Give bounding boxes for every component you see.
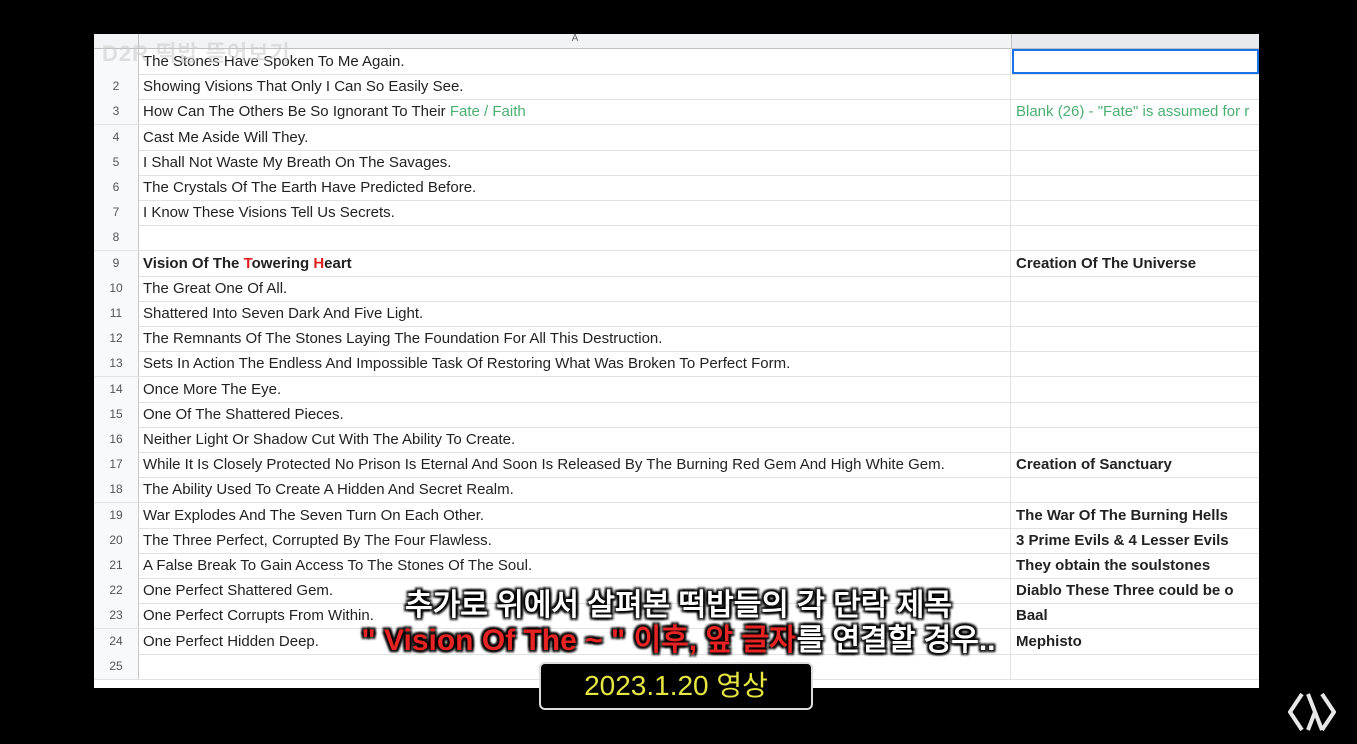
cell-a[interactable]: Vision Of The Towering Heart bbox=[139, 250, 1011, 276]
cell-b[interactable] bbox=[1012, 326, 1259, 351]
cell-a[interactable]: How Can The Others Be So Ignorant To The… bbox=[139, 99, 1011, 125]
cell-a[interactable]: While It Is Closely Protected No Prison … bbox=[139, 452, 1011, 478]
cell-a[interactable]: The Ability Used To Create A Hidden And … bbox=[139, 477, 1011, 503]
cell-b[interactable] bbox=[1012, 74, 1259, 99]
row-number[interactable]: 12 bbox=[94, 326, 139, 352]
table-row: 6 The Crystals Of The Earth Have Predicte… bbox=[94, 175, 1259, 201]
cell-a[interactable]: War Explodes And The Seven Turn On Each … bbox=[139, 502, 1011, 528]
row-number[interactable]: 18 bbox=[94, 477, 139, 503]
subtitle-rest: 를 연결할 경우.. bbox=[796, 624, 996, 657]
cell-text: eart bbox=[324, 254, 352, 272]
cell-b[interactable] bbox=[1012, 377, 1259, 402]
table-row: 9 Vision Of The Towering Heart Creation Of… bbox=[94, 250, 1259, 277]
cell-b[interactable] bbox=[1012, 150, 1259, 175]
cell-a[interactable]: Neither Light Or Shadow Cut With The Abi… bbox=[139, 427, 1011, 452]
table-row: 17 While It Is Closely Protected No Priso… bbox=[94, 452, 1259, 479]
row-number[interactable]: 9 bbox=[94, 250, 139, 276]
cell-b[interactable] bbox=[1012, 125, 1259, 150]
table-row: 10 The Great One Of All. bbox=[94, 275, 1259, 302]
row-number[interactable]: 15 bbox=[94, 401, 139, 427]
row-number[interactable]: 17 bbox=[94, 452, 139, 478]
table-row: 14 Once More The Eye. bbox=[94, 376, 1259, 403]
row-number[interactable]: 10 bbox=[94, 275, 139, 301]
table-row: 16 Neither Light Or Shadow Cut With The A… bbox=[94, 427, 1259, 453]
column-header-b[interactable] bbox=[1012, 34, 1259, 48]
row-number[interactable]: 11 bbox=[94, 301, 139, 326]
cell-a[interactable]: The Great One Of All. bbox=[139, 275, 1011, 301]
cell-b[interactable]: The War Of The Burning Hells bbox=[1012, 503, 1259, 528]
row-number[interactable]: 14 bbox=[94, 376, 139, 402]
table-row: 2 Showing Visions That Only I Can So Easi… bbox=[94, 74, 1259, 101]
cell-a[interactable]: I Shall Not Waste My Breath On The Savag… bbox=[139, 149, 1011, 175]
cell-a[interactable]: Sets In Action The Endless And Impossibl… bbox=[139, 351, 1011, 377]
cell-a[interactable]: One Of The Shattered Pieces. bbox=[139, 401, 1011, 427]
channel-watermark: D2R 떡밥 뜯어보기 bbox=[102, 41, 291, 66]
cell-b[interactable]: Creation of Sanctuary bbox=[1012, 452, 1259, 477]
row-number[interactable]: 16 bbox=[94, 427, 139, 452]
cell-highlight-text: Fate / Faith bbox=[449, 103, 526, 121]
table-row: 21 A False Break To Gain Access To The St… bbox=[94, 553, 1259, 579]
cell-b[interactable] bbox=[1012, 477, 1259, 502]
row-number[interactable]: 21 bbox=[94, 553, 139, 578]
cell-b[interactable]: Blank (26) - "Fate" is assumed for r bbox=[1012, 99, 1259, 124]
cell-a[interactable]: Showing Visions That Only I Can So Easil… bbox=[139, 74, 1011, 100]
cell-b[interactable]: They obtain the soulstones bbox=[1012, 553, 1259, 578]
row-number[interactable]: 5 bbox=[94, 149, 139, 175]
cell-a[interactable]: The Three Perfect, Corrupted By The Four… bbox=[139, 527, 1011, 553]
table-row: 5I Shall Not Waste My Breath On The Sava… bbox=[94, 149, 1259, 176]
table-row: 12 The Remnants Of The Stones Laying The … bbox=[94, 326, 1259, 353]
cell-a[interactable]: A False Break To Gain Access To The Ston… bbox=[139, 553, 1011, 578]
cell-b[interactable] bbox=[1012, 402, 1259, 427]
cell-b[interactable] bbox=[1012, 351, 1259, 376]
subtitle-line-2: " Vision Of The ~ " 이후, 앞 글자를 연결할 경우.. bbox=[0, 615, 1357, 659]
cell-b[interactable]: 3 Prime Evils & 4 Lesser Evils bbox=[1012, 528, 1259, 553]
cell-b[interactable] bbox=[1012, 49, 1259, 74]
table-row: 3 How Can The Others Be So Ignorant To Th… bbox=[94, 99, 1259, 126]
cell-text: owering bbox=[251, 254, 314, 272]
table-row: 11 Shattered Into Seven Dark And Five Lig… bbox=[94, 301, 1259, 327]
table-row: 8 bbox=[94, 225, 1259, 252]
cell-b[interactable]: Creation Of The Universe bbox=[1012, 251, 1259, 276]
cell-a[interactable]: Once More The Eye. bbox=[139, 376, 1011, 402]
table-row: 19 War Explodes And The Seven Turn On Eac… bbox=[94, 502, 1259, 529]
cell-text: Vision Of The bbox=[143, 254, 244, 272]
table-row: 20 The Three Perfect, Corrupted By The Fo… bbox=[94, 527, 1259, 554]
table-row: 4 Cast Me Aside Will They. bbox=[94, 124, 1259, 151]
subtitle-highlight: " Vision Of The ~ " 이후, 앞 글자 bbox=[361, 624, 797, 657]
row-number[interactable]: 13 bbox=[94, 351, 139, 377]
row-number[interactable]: 20 bbox=[94, 527, 139, 553]
row-number[interactable]: 3 bbox=[94, 99, 139, 125]
cell-a[interactable]: Shattered Into Seven Dark And Five Light… bbox=[139, 301, 1011, 326]
cell-a[interactable] bbox=[139, 225, 1011, 251]
row-number[interactable]: 7 bbox=[94, 200, 139, 226]
channel-logo-icon bbox=[1288, 692, 1336, 732]
cell-text: How Can The Others Be So Ignorant To The… bbox=[143, 103, 450, 121]
row-number[interactable]: 4 bbox=[94, 124, 139, 150]
row-number[interactable]: 2 bbox=[94, 74, 139, 100]
cell-a[interactable]: I Know These Visions Tell Us Secrets. bbox=[139, 200, 1011, 226]
cell-b[interactable] bbox=[1012, 200, 1259, 225]
cell-b[interactable] bbox=[1012, 276, 1259, 301]
table-row: 7I Know These Visions Tell Us Secrets. bbox=[94, 200, 1259, 227]
row-number[interactable]: 8 bbox=[94, 225, 139, 251]
highlight-letter: H bbox=[313, 254, 325, 272]
cell-a[interactable]: The Crystals Of The Earth Have Predicted… bbox=[139, 175, 1011, 200]
table-row: 15 One Of The Shattered Pieces. bbox=[94, 401, 1259, 428]
cell-b[interactable] bbox=[1012, 175, 1259, 200]
cell-b[interactable] bbox=[1012, 225, 1259, 250]
cell-b[interactable] bbox=[1012, 301, 1259, 326]
row-number[interactable]: 6 bbox=[94, 175, 139, 200]
cell-a[interactable]: Cast Me Aside Will They. bbox=[139, 124, 1011, 150]
row-number[interactable]: 19 bbox=[94, 502, 139, 528]
table-row: 18 The Ability Used To Create A Hidden An… bbox=[94, 477, 1259, 504]
date-caption: 2023.1.20 영상 bbox=[539, 662, 813, 710]
highlight-letter: T bbox=[243, 254, 252, 272]
table-row: 13 Sets In Action The Endless And Impossi… bbox=[94, 351, 1259, 378]
cell-a[interactable]: The Remnants Of The Stones Laying The Fo… bbox=[139, 326, 1011, 352]
cell-b[interactable] bbox=[1012, 427, 1259, 452]
